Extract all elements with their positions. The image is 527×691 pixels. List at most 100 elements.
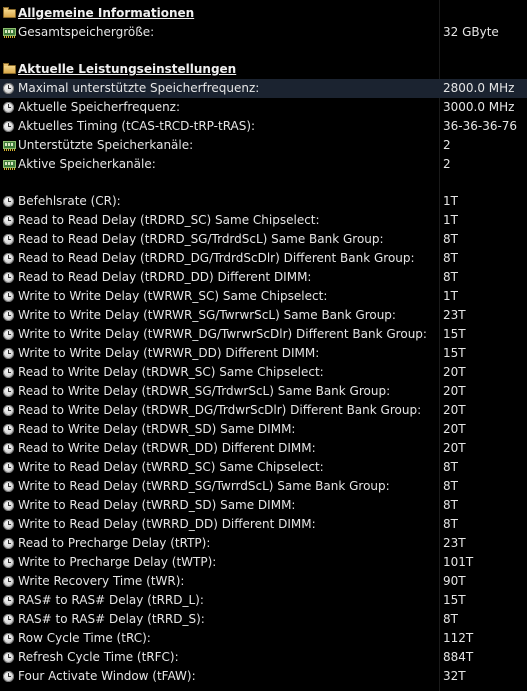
clock-icon bbox=[3, 253, 14, 264]
property-row[interactable]: Write to Read Delay (tWRRD_SC) Same Chip… bbox=[0, 458, 527, 477]
section-header[interactable]: Allgemeine Informationen bbox=[0, 4, 527, 23]
property-row[interactable]: Read to Read Delay (tRDRD_SG/TrdrdScL) S… bbox=[0, 230, 527, 249]
property-label: RAS# to RAS# Delay (tRRD_S): bbox=[18, 612, 205, 626]
property-row[interactable]: Read to Write Delay (tRDWR_SC) Same Chip… bbox=[0, 363, 527, 382]
clock-icon bbox=[3, 367, 14, 378]
property-row[interactable]: RAS# to RAS# Delay (tRRD_S): 8T bbox=[0, 610, 527, 629]
clock-icon bbox=[3, 291, 14, 302]
property-row[interactable]: Aktuelles Timing (tCAS-tRCD-tRP-tRAS): 36… bbox=[0, 117, 527, 136]
property-row[interactable]: RAS# to RAS# Delay (tRRD_L): 15T bbox=[0, 591, 527, 610]
property-value: 8T bbox=[443, 251, 458, 265]
clock-icon bbox=[3, 310, 14, 321]
clock-icon bbox=[3, 83, 14, 94]
property-row[interactable]: Write to Write Delay (tWRWR_SG/TwrwrScL)… bbox=[0, 306, 527, 325]
property-value: 20T bbox=[443, 403, 466, 417]
clock-icon bbox=[3, 576, 14, 587]
property-value: 101T bbox=[443, 555, 474, 569]
folder-icon bbox=[3, 7, 16, 18]
property-value: 2 bbox=[443, 157, 451, 171]
property-row[interactable]: Read to Read Delay (tRDRD_DD) Different … bbox=[0, 268, 527, 287]
property-value: 90T bbox=[443, 574, 466, 588]
property-row[interactable]: Read to Write Delay (tRDWR_DG/TrdwrScDlr… bbox=[0, 401, 527, 420]
property-row[interactable]: Befehlsrate (CR): 1T bbox=[0, 192, 527, 211]
property-label: Read to Read Delay (tRDRD_SC) Same Chips… bbox=[18, 213, 320, 227]
property-row[interactable]: Write to Precharge Delay (tWTP): 101T bbox=[0, 553, 527, 572]
property-label: Read to Write Delay (tRDWR_SG/TrdwrScL) … bbox=[18, 384, 391, 398]
clock-icon bbox=[3, 633, 14, 644]
section-header[interactable]: Aktuelle Leistungseinstellungen bbox=[0, 60, 527, 79]
clock-icon bbox=[3, 348, 14, 359]
property-row[interactable]: Gesamtspeichergröße: 32 GByte bbox=[0, 23, 527, 42]
clock-icon bbox=[3, 329, 14, 340]
property-value: 23T bbox=[443, 536, 466, 550]
memory-properties-list: Allgemeine Informationen Gesamtspeichergr… bbox=[0, 0, 527, 691]
property-row[interactable]: Read to Read Delay (tRDRD_SC) Same Chips… bbox=[0, 211, 527, 230]
clock-icon bbox=[3, 595, 14, 606]
property-row[interactable]: Read to Read Delay (tRDRD_DG/TrdrdScDlr)… bbox=[0, 249, 527, 268]
property-value: 20T bbox=[443, 422, 466, 436]
property-row[interactable]: Refresh Cycle Time (tRFC): 884T bbox=[0, 648, 527, 667]
property-value: 3000.0 MHz bbox=[443, 100, 515, 114]
property-row[interactable]: Aktive Speicherkanäle: 2 bbox=[0, 155, 527, 174]
memory-module-icon bbox=[3, 160, 16, 170]
property-label: Gesamtspeichergröße: bbox=[18, 25, 155, 39]
property-row[interactable]: Write to Read Delay (tWRRD_SD) Same DIMM… bbox=[0, 496, 527, 515]
property-row[interactable]: Write to Write Delay (tWRWR_DG/TwrwrScDl… bbox=[0, 325, 527, 344]
property-value: 15T bbox=[443, 346, 466, 360]
clock-icon bbox=[3, 215, 14, 226]
clock-icon bbox=[3, 424, 14, 435]
clock-icon bbox=[3, 481, 14, 492]
section-header-label: Allgemeine Informationen bbox=[18, 6, 195, 20]
property-label: Write to Write Delay (tWRWR_DD) Differen… bbox=[18, 346, 320, 360]
clock-icon bbox=[3, 519, 14, 530]
property-value: 8T bbox=[443, 517, 458, 531]
property-value: 8T bbox=[443, 479, 458, 493]
property-value: 8T bbox=[443, 460, 458, 474]
clock-icon bbox=[3, 234, 14, 245]
property-row[interactable]: Read to Write Delay (tRDWR_SD) Same DIMM… bbox=[0, 420, 527, 439]
property-label: Write to Write Delay (tWRWR_SG/TwrwrScL)… bbox=[18, 308, 396, 322]
clock-icon bbox=[3, 386, 14, 397]
property-label: Row Cycle Time (tRC): bbox=[18, 631, 151, 645]
property-value: 20T bbox=[443, 384, 466, 398]
property-value: 23T bbox=[443, 308, 466, 322]
property-label: RAS# to RAS# Delay (tRRD_L): bbox=[18, 593, 204, 607]
property-row[interactable]: Write to Read Delay (tWRRD_DD) Different… bbox=[0, 515, 527, 534]
property-label: Write Recovery Time (tWR): bbox=[18, 574, 185, 588]
property-label: Read to Read Delay (tRDRD_DG/TrdrdScDlr)… bbox=[18, 251, 415, 265]
property-row[interactable]: Aktuelle Speicherfrequenz: 3000.0 MHz bbox=[0, 98, 527, 117]
property-label: Refresh Cycle Time (tRFC): bbox=[18, 650, 179, 664]
spacer-row bbox=[0, 42, 527, 60]
property-row[interactable]: Write Recovery Time (tWR): 90T bbox=[0, 572, 527, 591]
property-label: Write to Read Delay (tWRRD_DD) Different… bbox=[18, 517, 316, 531]
property-value: 112T bbox=[443, 631, 474, 645]
property-value: 36-36-36-76 bbox=[443, 119, 518, 133]
property-value: 2 bbox=[443, 138, 451, 152]
property-row[interactable]: Read to Write Delay (tRDWR_DD) Different… bbox=[0, 439, 527, 458]
clock-icon bbox=[3, 671, 14, 682]
clock-icon bbox=[3, 196, 14, 207]
property-label: Write to Read Delay (tWRRD_SG/TwrrdScL) … bbox=[18, 479, 390, 493]
property-value: 8T bbox=[443, 270, 458, 284]
property-row[interactable]: Write to Write Delay (tWRWR_SC) Same Chi… bbox=[0, 287, 527, 306]
property-label: Befehlsrate (CR): bbox=[18, 194, 121, 208]
property-label: Read to Precharge Delay (tRTP): bbox=[18, 536, 211, 550]
property-label: Read to Write Delay (tRDWR_DG/TrdwrScDlr… bbox=[18, 403, 422, 417]
property-label: Write to Precharge Delay (tWTP): bbox=[18, 555, 217, 569]
property-value: 20T bbox=[443, 441, 466, 455]
property-row[interactable]: Row Cycle Time (tRC): 112T bbox=[0, 629, 527, 648]
property-value: 1T bbox=[443, 194, 458, 208]
property-row[interactable]: Read to Precharge Delay (tRTP): 23T bbox=[0, 534, 527, 553]
property-row[interactable]: Unterstützte Speicherkanäle: 2 bbox=[0, 136, 527, 155]
property-value: 1T bbox=[443, 289, 458, 303]
property-row[interactable]: Read to Write Delay (tRDWR_SG/TrdwrScL) … bbox=[0, 382, 527, 401]
clock-icon bbox=[3, 614, 14, 625]
property-row[interactable]: Write to Write Delay (tWRWR_DD) Differen… bbox=[0, 344, 527, 363]
property-row[interactable]: Maximal unterstützte Speicherfrequenz: 28… bbox=[0, 79, 527, 98]
clock-icon bbox=[3, 102, 14, 113]
property-label: Read to Write Delay (tRDWR_SC) Same Chip… bbox=[18, 365, 324, 379]
property-label: Aktuelle Speicherfrequenz: bbox=[18, 100, 181, 114]
clock-icon bbox=[3, 500, 14, 511]
property-row[interactable]: Write to Read Delay (tWRRD_SG/TwrrdScL) … bbox=[0, 477, 527, 496]
property-row[interactable]: Four Activate Window (tFAW): 32T bbox=[0, 667, 527, 686]
